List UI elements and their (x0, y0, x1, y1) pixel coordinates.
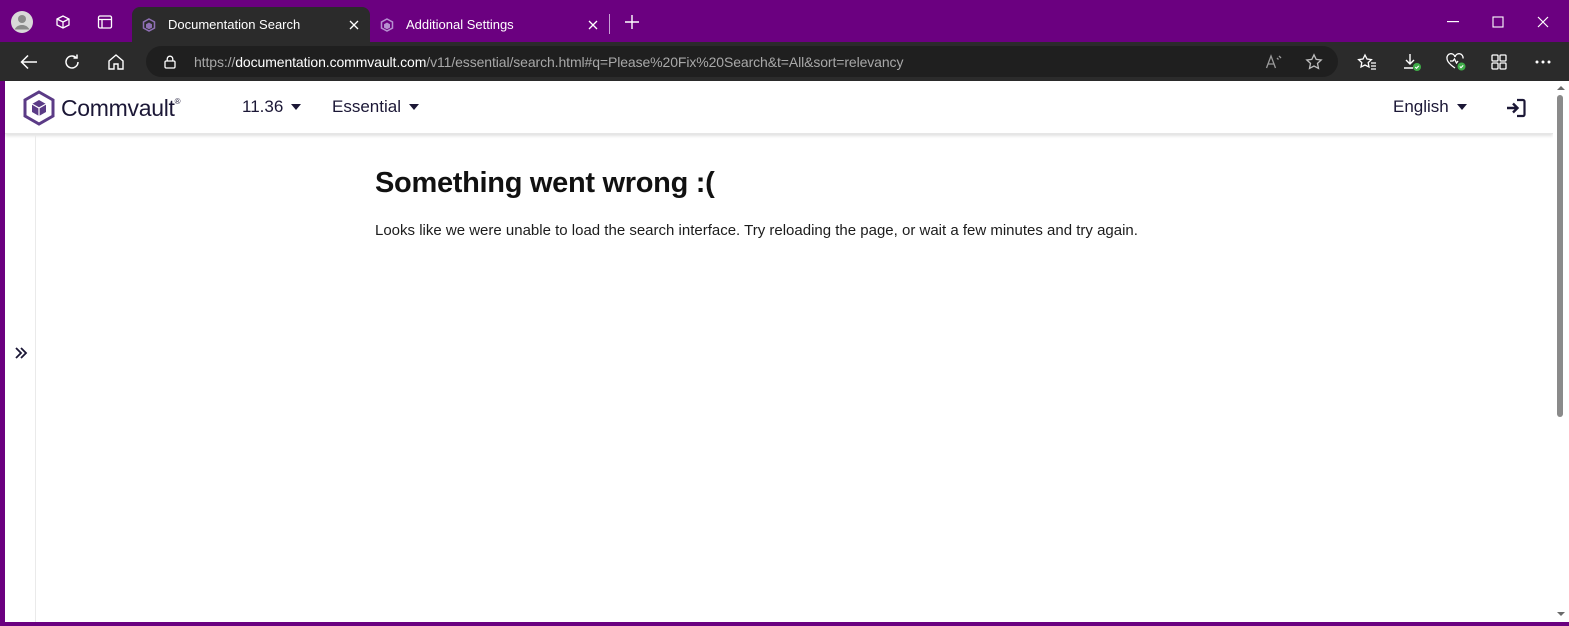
sidebar-rail (5, 135, 36, 622)
url-scheme: https:// (194, 53, 236, 70)
page-scrollbar[interactable] (1553, 81, 1569, 622)
workspaces-icon[interactable] (49, 8, 77, 36)
commvault-logo[interactable]: Commvault® (22, 90, 180, 126)
edition-label: Essential (332, 97, 401, 116)
favorite-star-icon[interactable] (1302, 50, 1326, 74)
scroll-thumb[interactable] (1557, 95, 1563, 417)
site-header: Commvault® 11.36 Essential English (5, 81, 1553, 134)
settings-more-icon[interactable] (1528, 47, 1558, 77)
read-aloud-icon[interactable] (1262, 50, 1286, 74)
minimize-button[interactable] (1431, 8, 1475, 36)
caret-down-icon (291, 104, 302, 110)
edition-dropdown[interactable]: Essential (332, 97, 420, 117)
expand-sidebar-icon[interactable] (11, 343, 31, 363)
caret-down-icon (408, 104, 419, 110)
registered-mark: ® (174, 96, 181, 106)
language-dropdown[interactable]: English (1393, 97, 1468, 117)
browser-toolbar: https://documentation.commvault.com/v11/… (0, 42, 1569, 81)
favorites-icon[interactable] (1352, 47, 1382, 77)
window-bottom-border (0, 622, 1569, 626)
error-title: Something went wrong :( (375, 167, 715, 199)
close-tab-icon[interactable] (583, 15, 603, 35)
url-text[interactable]: https://documentation.commvault.com/v11/… (194, 54, 903, 70)
back-button[interactable] (14, 47, 44, 77)
url-path: /v11/essential/search.html#q=Please%20Fi… (426, 53, 904, 70)
commvault-favicon-icon (142, 17, 156, 32)
maximize-button[interactable] (1476, 8, 1520, 36)
tab-label: Documentation Search (168, 17, 301, 32)
tab-additional-settings[interactable]: Additional Settings (370, 7, 609, 42)
profile-avatar-icon[interactable] (8, 8, 36, 36)
refresh-button[interactable] (57, 47, 87, 77)
browser-essentials-icon[interactable] (1441, 47, 1471, 77)
scroll-down-arrow-icon[interactable] (1556, 609, 1566, 619)
lock-icon[interactable] (162, 54, 178, 70)
url-host: documentation.commvault.com (235, 53, 427, 70)
tab-label: Additional Settings (406, 17, 514, 32)
tab-actions-icon[interactable] (91, 8, 119, 36)
commvault-logo-icon (23, 90, 55, 126)
address-bar[interactable]: https://documentation.commvault.com/v11/… (146, 46, 1338, 77)
language-label: English (1393, 97, 1449, 116)
sign-in-icon[interactable] (1505, 97, 1527, 119)
error-message: Looks like we were unable to load the se… (375, 222, 1138, 239)
brand-name: Commvault (61, 94, 175, 121)
caret-down-icon (1456, 104, 1467, 110)
collections-icon[interactable] (1484, 47, 1514, 77)
close-tab-icon[interactable] (344, 15, 364, 35)
version-label: 11.36 (242, 97, 284, 116)
close-window-button[interactable] (1521, 8, 1565, 36)
commvault-favicon-icon (380, 17, 394, 32)
title-bar: Documentation Search Additional Settings (0, 0, 1569, 42)
tab-separator (609, 14, 610, 34)
new-tab-button[interactable] (618, 8, 646, 36)
tab-documentation-search[interactable]: Documentation Search (132, 7, 370, 42)
page-content: Commvault® 11.36 Essential English Somet… (5, 81, 1553, 622)
home-button[interactable] (101, 47, 131, 77)
scroll-up-arrow-icon[interactable] (1556, 83, 1566, 93)
downloads-icon[interactable] (1397, 47, 1427, 77)
version-dropdown[interactable]: 11.36 (242, 97, 302, 117)
